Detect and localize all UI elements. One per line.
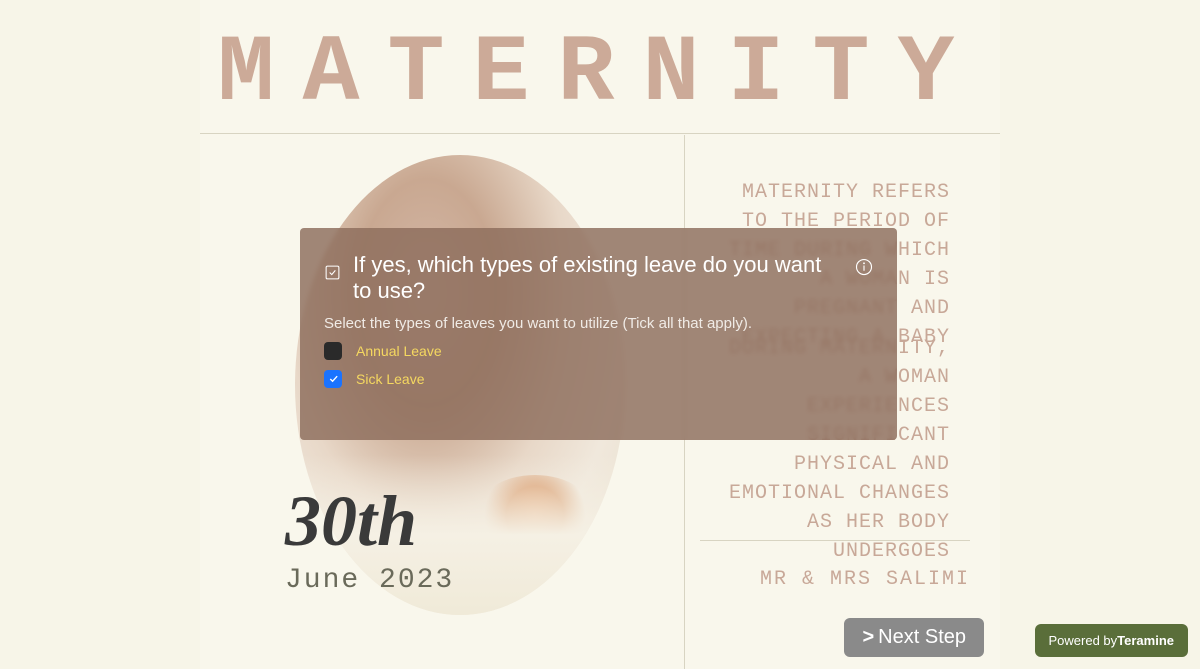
info-icon[interactable]	[855, 258, 873, 276]
modal-header: If yes, which types of existing leave do…	[324, 252, 873, 305]
page-root: MATERNITY 30th June 2023 MATERNITY REFER…	[0, 0, 1200, 669]
question-modal: If yes, which types of existing leave do…	[300, 228, 897, 440]
date-overlay: 30th June 2023	[285, 485, 454, 596]
checkbox-input-annual[interactable]	[324, 342, 342, 360]
modal-instruction: Select the types of leaves you want to u…	[324, 315, 873, 332]
checkbox-label: Sick Leave	[356, 371, 424, 387]
checkbox-input-sick[interactable]	[324, 370, 342, 388]
check-icon	[328, 373, 339, 384]
title-divider	[200, 133, 1000, 134]
page-title: MATERNITY	[200, 20, 1000, 128]
checkbox-option-sick[interactable]: Sick Leave	[324, 370, 873, 388]
checkbox-label: Annual Leave	[356, 343, 442, 359]
checkbox-icon	[324, 264, 341, 281]
chevron-right-icon: >	[862, 626, 874, 649]
signature-line: MR & MRS SALIMI	[700, 568, 970, 591]
date-day: 30th	[285, 485, 454, 557]
signature-divider	[700, 540, 970, 541]
powered-by-badge[interactable]: Powered byTeramine	[1035, 624, 1189, 657]
powered-brand: Teramine	[1117, 633, 1174, 648]
date-month: June 2023	[285, 565, 454, 596]
powered-prefix: Powered by	[1049, 633, 1118, 648]
checkbox-option-annual[interactable]: Annual Leave	[324, 342, 873, 360]
next-step-button[interactable]: > Next Step	[844, 618, 984, 657]
modal-question: If yes, which types of existing leave do…	[353, 252, 843, 305]
next-step-label: Next Step	[878, 626, 966, 649]
